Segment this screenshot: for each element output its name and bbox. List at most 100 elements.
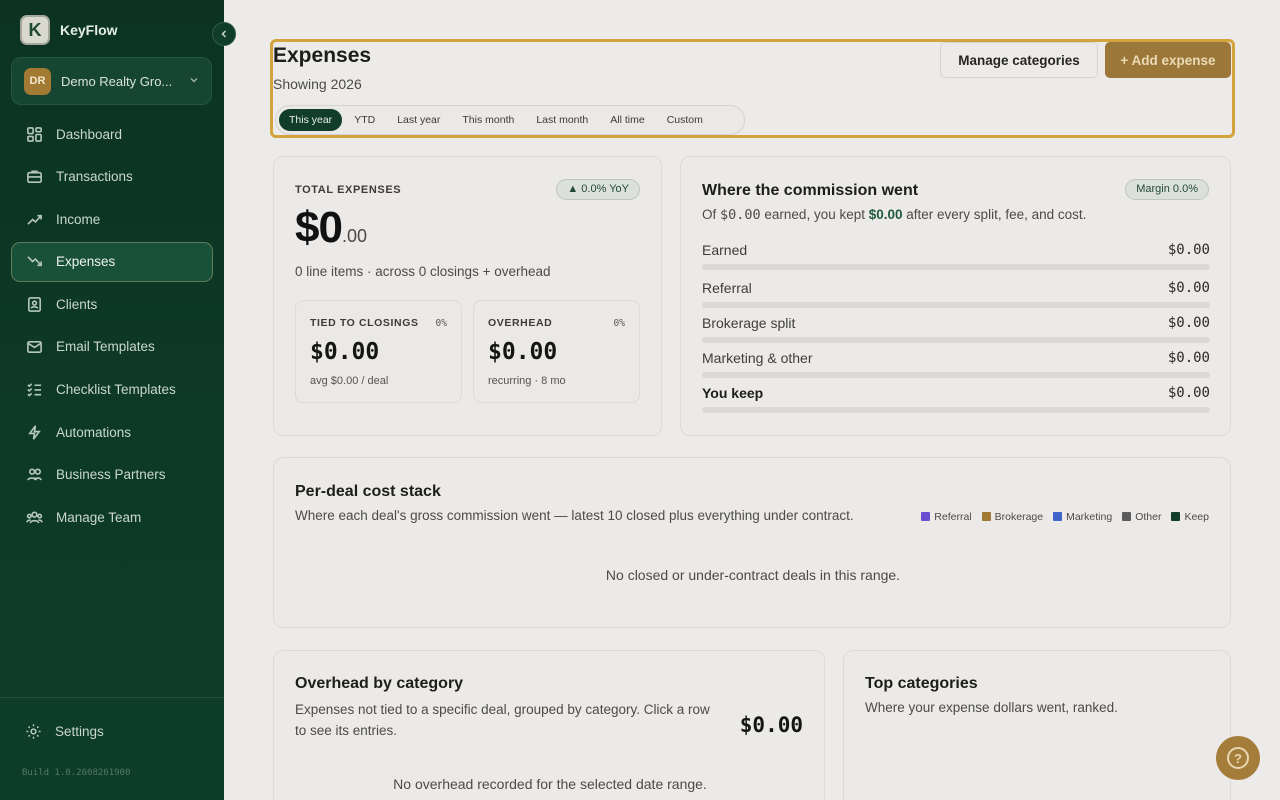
org-switcher[interactable]: DR Demo Realty Gro... xyxy=(11,57,212,105)
desc-suffix: after every split, fee, and cost. xyxy=(902,207,1087,222)
date-range-filter: This year YTD Last year This month Last … xyxy=(275,105,745,135)
legend-label: Referral xyxy=(934,511,972,523)
desc-earned: $0.00 xyxy=(720,207,761,223)
top-categories-card: Top categories Where your expense dollar… xyxy=(843,650,1231,800)
page-title: Expenses xyxy=(273,44,372,67)
sidebar-item-label: Income xyxy=(56,211,101,227)
build-version: Build 1.0.2608261900 xyxy=(22,768,131,778)
sidebar-item-clients[interactable]: Clients xyxy=(11,284,213,324)
overhead-title: Overhead by category xyxy=(295,675,464,692)
tied-label: TIED TO CLOSINGS xyxy=(310,317,419,329)
filter-this-year[interactable]: This year xyxy=(279,109,343,131)
chevron-down-icon xyxy=(189,75,199,88)
trend-down-icon xyxy=(25,253,43,271)
overhead-percent: 0% xyxy=(613,318,625,329)
add-expense-button[interactable]: + Add expense xyxy=(1105,42,1231,78)
team-icon xyxy=(25,508,43,526)
commission-title: Where the commission went xyxy=(702,182,919,199)
overhead-label: OVERHEAD xyxy=(488,317,553,329)
legend-label: Other xyxy=(1135,511,1162,523)
sidebar-item-automations[interactable]: Automations xyxy=(11,412,213,452)
legend-label: Keep xyxy=(1184,511,1209,523)
legend-label: Brokerage xyxy=(994,511,1044,523)
legend-item: Keep xyxy=(1171,511,1209,523)
yoy-badge: ▲ 0.0% YoY xyxy=(556,179,640,200)
commission-card: Where the commission went Margin 0.0% Of… xyxy=(680,156,1231,436)
legend-item: Marketing xyxy=(1053,511,1112,523)
row-label: Brokerage split xyxy=(702,315,796,331)
briefcase-icon xyxy=(25,168,43,186)
sidebar-item-business-partners[interactable]: Business Partners xyxy=(11,455,213,495)
settings-label: Settings xyxy=(55,723,104,739)
sidebar-item-income[interactable]: Income xyxy=(11,199,213,239)
app-name: KeyFlow xyxy=(60,22,118,38)
help-button[interactable]: ? xyxy=(1216,736,1260,780)
checklist-icon xyxy=(25,381,43,399)
overhead-empty-state: No overhead recorded for the selected da… xyxy=(393,776,707,792)
lightning-icon xyxy=(25,423,43,441)
contacts-icon xyxy=(25,295,43,313)
sidebar-item-transactions[interactable]: Transactions xyxy=(11,157,213,197)
row-bar xyxy=(702,407,1210,413)
overhead-amount: $0.00 xyxy=(488,339,558,365)
total-expenses-label: TOTAL EXPENSES xyxy=(295,184,402,196)
overhead-card: OVERHEAD 0% $0.00 recurring · 8 mo xyxy=(473,300,640,403)
legend-item: Other xyxy=(1122,511,1161,523)
overhead-by-category-card: Overhead by category Expenses not tied t… xyxy=(273,650,825,800)
legend-swatch xyxy=(1122,512,1132,521)
row-value: $0.00 xyxy=(1167,350,1210,366)
filter-all-time[interactable]: All time xyxy=(600,109,654,131)
row-value: $0.00 xyxy=(1167,280,1210,296)
margin-badge: Margin 0.0% xyxy=(1125,179,1209,200)
total-expenses-amount: $0.00 xyxy=(295,203,367,253)
row-label: Referral xyxy=(702,280,752,296)
filter-ytd[interactable]: YTD xyxy=(344,109,385,131)
sidebar: K KeyFlow DR Demo Realty Gro... Dashboar… xyxy=(0,0,224,800)
tied-note: avg $0.00 / deal xyxy=(310,375,389,387)
row-label: Marketing & other xyxy=(702,350,813,366)
sidebar-item-checklist-templates[interactable]: Checklist Templates xyxy=(11,370,213,410)
sidebar-item-manage-team[interactable]: Manage Team xyxy=(11,497,213,537)
sidebar-item-label: Dashboard xyxy=(56,126,123,142)
tied-percent: 0% xyxy=(435,318,447,329)
cost-stack-card: Per-deal cost stack Where each deal's gr… xyxy=(273,457,1231,628)
amount-main: $0 xyxy=(295,203,343,252)
filter-this-month[interactable]: This month xyxy=(452,109,524,131)
legend-swatch xyxy=(981,512,991,521)
sidebar-item-settings[interactable]: Settings xyxy=(24,722,104,740)
legend-label: Marketing xyxy=(1066,511,1113,523)
row-label: You keep xyxy=(702,385,764,401)
legend-swatch xyxy=(1053,512,1063,521)
overhead-description: Expenses not tied to a specific deal, gr… xyxy=(295,702,710,738)
filter-custom[interactable]: Custom xyxy=(657,109,713,131)
sidebar-item-label: Expenses xyxy=(56,254,116,270)
org-name: Demo Realty Gro... xyxy=(61,73,173,89)
filter-last-month[interactable]: Last month xyxy=(526,109,598,131)
filter-last-year[interactable]: Last year xyxy=(387,109,450,131)
chevron-left-icon xyxy=(219,27,229,42)
sidebar-item-label: Business Partners xyxy=(56,467,166,483)
sidebar-item-email-templates[interactable]: Email Templates xyxy=(11,327,213,367)
sidebar-item-dashboard[interactable]: Dashboard xyxy=(11,114,213,154)
sidebar-item-label: Email Templates xyxy=(56,339,155,355)
row-bar xyxy=(702,264,1210,270)
sidebar-item-label: Checklist Templates xyxy=(56,382,176,398)
row-value: $0.00 xyxy=(1167,385,1210,401)
row-bar xyxy=(702,302,1210,308)
partners-icon xyxy=(25,466,43,484)
cost-stack-legend: Referral Brokerage Marketing Other Keep xyxy=(921,511,1209,523)
overhead-total-amount: $0.00 xyxy=(739,713,803,737)
gear-icon xyxy=(24,722,42,740)
desc-mid: earned, you kept xyxy=(760,207,869,222)
tied-amount: $0.00 xyxy=(310,339,380,365)
desc-prefix: Of xyxy=(702,207,721,222)
legend-item: Referral xyxy=(921,511,972,523)
overhead-note: recurring · 8 mo xyxy=(488,375,566,387)
mail-icon xyxy=(25,338,43,356)
commission-description: Of $0.00 earned, you kept $0.00 after ev… xyxy=(702,207,1086,223)
sidebar-item-expenses[interactable]: Expenses xyxy=(11,241,213,282)
brand[interactable]: K KeyFlow xyxy=(20,15,118,45)
manage-categories-button[interactable]: Manage categories xyxy=(940,42,1098,78)
collapse-sidebar-button[interactable] xyxy=(212,22,236,46)
cost-stack-title: Per-deal cost stack xyxy=(295,483,441,500)
